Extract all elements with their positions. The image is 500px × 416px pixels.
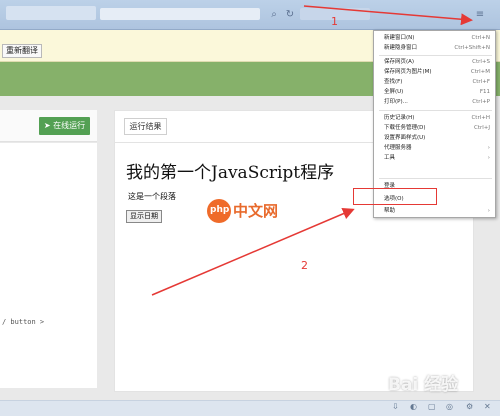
- annotation-step-2: 2: [301, 259, 308, 272]
- arrow-step-2: [151, 207, 355, 296]
- annotation-step-1: 1: [331, 15, 338, 28]
- annotation-arrows: [151, 5, 473, 296]
- arrow-step-1: [303, 5, 473, 26]
